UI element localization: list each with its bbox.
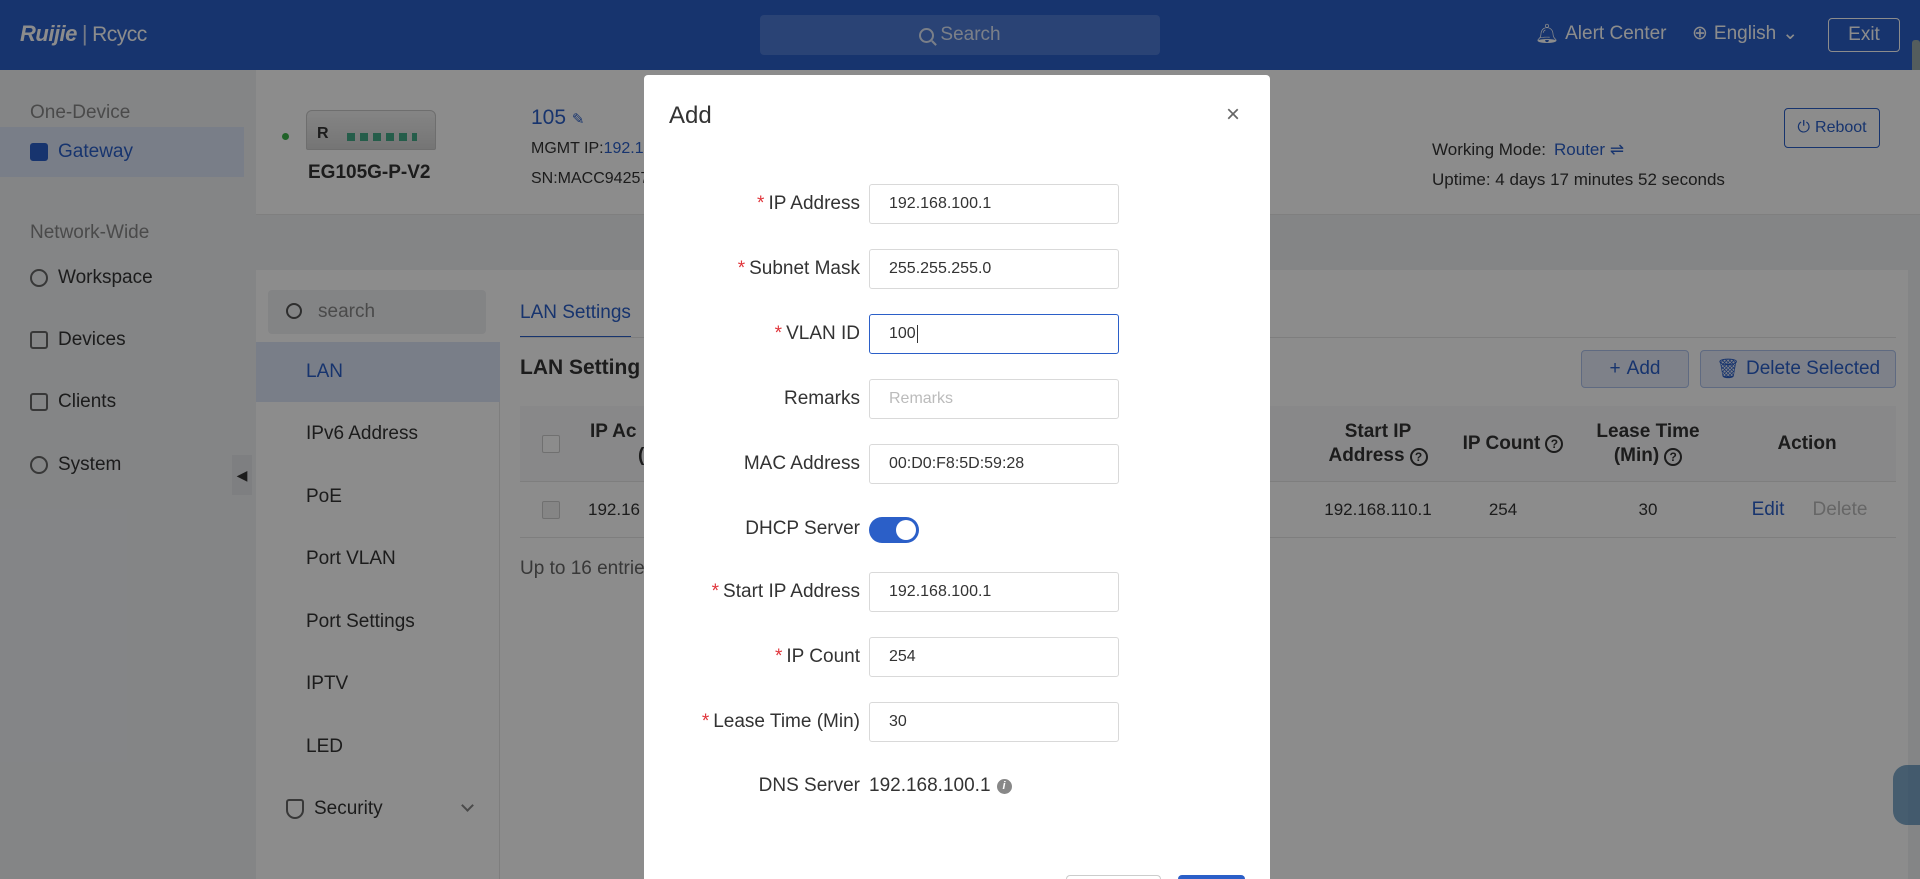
form-row-start-ip: * Start IP Address 192.168.100.1 bbox=[644, 571, 1270, 613]
remarks-input[interactable]: Remarks bbox=[869, 379, 1119, 419]
lease-time-input[interactable]: 30 bbox=[869, 702, 1119, 742]
form-row-ip-count: * IP Count 254 bbox=[644, 636, 1270, 678]
cancel-button[interactable] bbox=[1066, 875, 1161, 879]
subnet-mask-input[interactable]: 255.255.255.0 bbox=[869, 249, 1119, 289]
ok-button[interactable] bbox=[1178, 875, 1245, 879]
form-row-subnet-mask: * Subnet Mask 255.255.255.0 bbox=[644, 248, 1270, 290]
ip-count-input[interactable]: 254 bbox=[869, 637, 1119, 677]
vlan-id-input[interactable]: 100 bbox=[869, 314, 1119, 354]
mac-address-input[interactable]: 00:D0:F8:5D:59:28 bbox=[869, 444, 1119, 484]
ip-address-input[interactable]: 192.168.100.1 bbox=[869, 184, 1119, 224]
vlan-id-label: * VLAN ID bbox=[774, 323, 860, 344]
vlan-id-value: 100 bbox=[889, 325, 916, 342]
start-ip-input[interactable]: 192.168.100.1 bbox=[869, 572, 1119, 612]
form-row-lease-time: * Lease Time (Min) 30 bbox=[644, 701, 1270, 743]
form-row-mac-address: MAC Address 00:D0:F8:5D:59:28 bbox=[644, 443, 1270, 485]
remarks-label: Remarks bbox=[783, 388, 860, 409]
dns-server-text: 192.168.100.1 bbox=[869, 775, 991, 796]
lease-time-label: * Lease Time (Min) bbox=[701, 711, 860, 732]
form-row-remarks: Remarks Remarks bbox=[644, 378, 1270, 420]
dhcp-server-label: DHCP Server bbox=[745, 518, 860, 539]
form-row-vlan-id: * VLAN ID 100 bbox=[644, 313, 1270, 355]
info-icon[interactable]: i bbox=[996, 778, 1012, 794]
dns-server-value: 192.168.100.1 i bbox=[869, 765, 1012, 807]
dns-server-label: DNS Server bbox=[758, 775, 860, 796]
ip-address-label: * IP Address bbox=[757, 193, 860, 214]
dhcp-server-toggle[interactable] bbox=[869, 517, 919, 543]
ip-count-label: * IP Count bbox=[775, 646, 860, 667]
subnet-mask-label: * Subnet Mask bbox=[737, 258, 860, 279]
add-lan-modal: Add × * IP Address 192.168.100.1 * Subnet … bbox=[644, 75, 1270, 879]
mac-address-label: MAC Address bbox=[743, 453, 860, 474]
form-row-dns-server: DNS Server 192.168.100.1 i bbox=[644, 765, 1270, 807]
close-icon[interactable]: × bbox=[1226, 103, 1240, 127]
modal-title: Add bbox=[669, 102, 712, 129]
form-row-dhcp-server: DHCP Server bbox=[644, 508, 1270, 550]
start-ip-label: * Start IP Address bbox=[711, 581, 860, 602]
form-row-ip-address: * IP Address 192.168.100.1 bbox=[644, 183, 1270, 225]
